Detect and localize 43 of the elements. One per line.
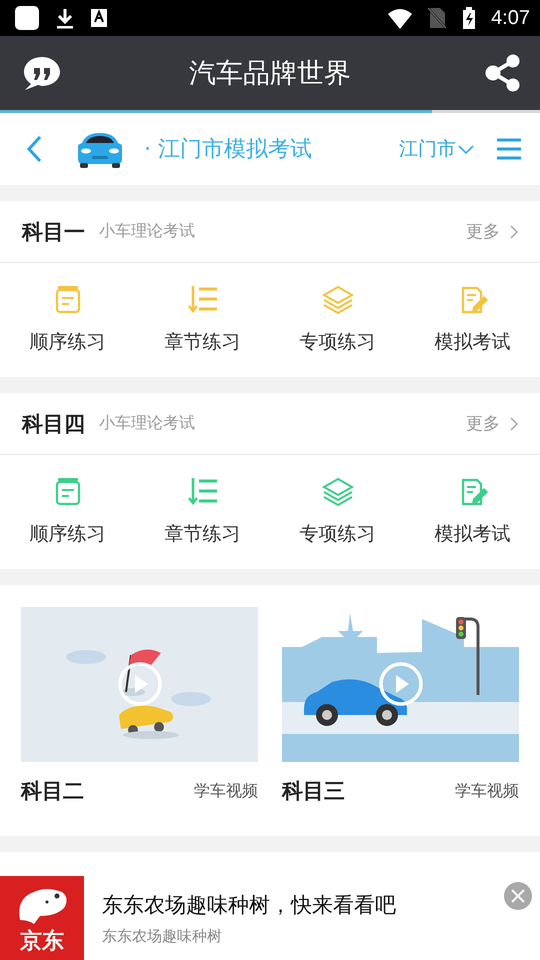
download-icon bbox=[54, 7, 76, 29]
practice-item[interactable]: 专项练习 bbox=[300, 283, 376, 355]
menu-button[interactable] bbox=[496, 137, 522, 161]
practice-item[interactable]: 模拟考试 bbox=[434, 475, 510, 547]
app-title: 汽车品牌世界 bbox=[189, 58, 351, 89]
practice-item[interactable]: 专项练习 bbox=[300, 475, 376, 547]
notification-icon bbox=[14, 5, 40, 31]
no-sim-icon bbox=[427, 6, 448, 30]
share-icon bbox=[484, 54, 522, 92]
practice-item[interactable]: 顺序练习 bbox=[30, 475, 106, 547]
font-icon bbox=[90, 7, 108, 29]
page-title: · 江门市模拟考试 bbox=[144, 136, 312, 164]
video-tag: 学车视频 bbox=[194, 780, 258, 802]
video-title: 科目三 bbox=[282, 778, 345, 805]
speech-bubble-icon bbox=[22, 54, 62, 92]
subject-title: 科目一 bbox=[22, 218, 85, 246]
back-button[interactable] bbox=[26, 135, 44, 163]
close-icon bbox=[510, 888, 526, 904]
ad-subtitle: 东东农场趣味种树 bbox=[102, 926, 223, 946]
comment-button[interactable] bbox=[22, 54, 62, 92]
practice-item[interactable]: 模拟考试 bbox=[434, 283, 510, 355]
play-icon[interactable] bbox=[118, 662, 162, 706]
ad-title: 东东农场趣味种树，快来看看吧 bbox=[102, 892, 396, 918]
chevron-right-icon bbox=[510, 416, 518, 430]
wifi-icon bbox=[387, 7, 414, 29]
close-button[interactable] bbox=[504, 882, 532, 910]
practice-item[interactable]: 章节练习 bbox=[164, 475, 240, 547]
subject-title: 科目四 bbox=[22, 410, 85, 438]
clock: 4:07 bbox=[491, 6, 530, 30]
practice-item[interactable]: 章节练习 bbox=[164, 283, 240, 355]
practice-item[interactable]: 顺序练习 bbox=[30, 283, 106, 355]
menu-icon bbox=[496, 137, 522, 161]
brand-logo: 京东 bbox=[0, 876, 84, 960]
play-icon[interactable] bbox=[379, 662, 423, 706]
back-icon bbox=[26, 135, 44, 163]
battery-icon bbox=[461, 7, 478, 29]
video-title: 科目二 bbox=[21, 778, 84, 805]
share-button[interactable] bbox=[484, 54, 522, 92]
chevron-right-icon bbox=[510, 224, 518, 238]
subject-subtitle: 小车理论考试 bbox=[99, 221, 195, 242]
chevron-down-icon bbox=[458, 144, 474, 154]
video-tag: 学车视频 bbox=[455, 780, 519, 802]
subject-subtitle: 小车理论考试 bbox=[99, 413, 195, 434]
